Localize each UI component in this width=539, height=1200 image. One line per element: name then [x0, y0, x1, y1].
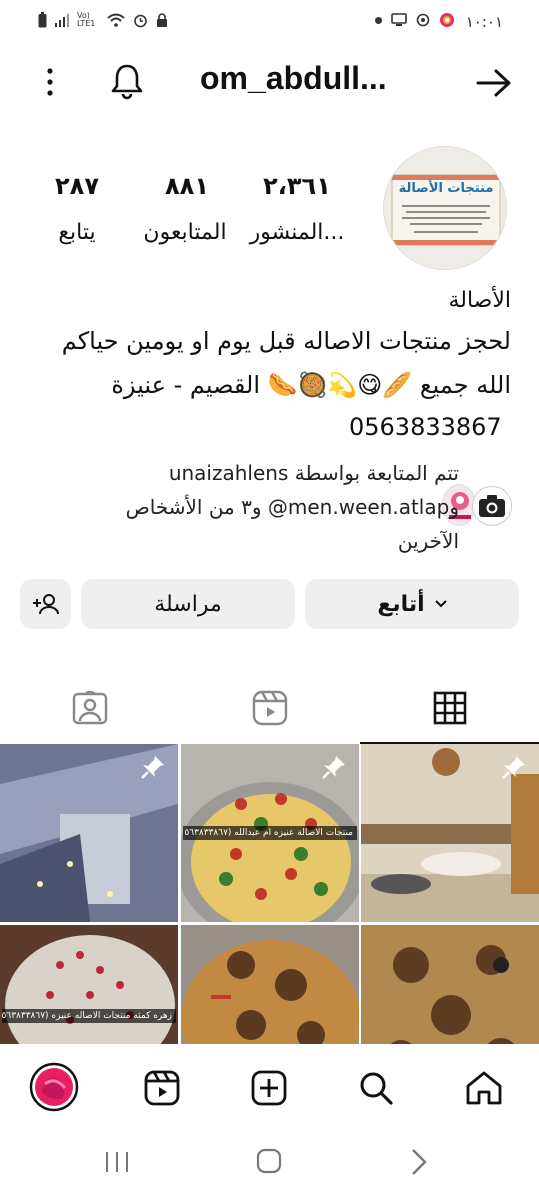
- status-icons-left: Vo) LTE1: [38, 12, 168, 28]
- post-image-meat-icon: [361, 925, 539, 1044]
- pin-icon: [502, 756, 525, 779]
- following-count[interactable]: ٢٨٧: [22, 172, 132, 200]
- home-icon: [466, 1071, 502, 1105]
- chevron-down-icon: [434, 600, 447, 608]
- follow-label: أتابع: [377, 591, 425, 617]
- arrow-right-icon[interactable]: [474, 66, 514, 100]
- posts-count[interactable]: ٢،٣٦١: [242, 172, 352, 200]
- grid-post-6[interactable]: [361, 925, 539, 1044]
- suggest-users-button[interactable]: [20, 579, 71, 629]
- add-post-icon: [251, 1070, 287, 1106]
- grid-post-4[interactable]: زهره كمثه منتجات الاصاله عنيزه (٠٥٦٣٨٣٣٨…: [0, 925, 178, 1044]
- avatar-text: منتجات الأصالة: [398, 181, 494, 196]
- username-title: om_abdull...: [200, 60, 387, 96]
- status-bar: Vo) LTE1 ١٠:٠١: [0, 0, 539, 46]
- system-navigation-bar: [0, 1128, 539, 1200]
- bell-icon[interactable]: [109, 62, 145, 100]
- followed-by-line-3: الآخرين: [397, 529, 459, 553]
- grid-icon: [433, 691, 467, 725]
- message-label: مراسلة: [154, 591, 222, 617]
- avatar-logo-icon: [384, 147, 506, 269]
- clock: ١٠:٠١: [465, 13, 503, 31]
- tab-tagged[interactable]: [0, 672, 180, 744]
- followed-by-line-2: وmen.ween.atlap@ و٣ من الأشخاص: [125, 495, 459, 519]
- grid-post-1[interactable]: [0, 744, 178, 922]
- post-image-kabsa-icon: [181, 925, 359, 1044]
- pin-icon: [141, 756, 164, 779]
- reels-icon: [252, 690, 288, 726]
- home-button-icon[interactable]: [256, 1148, 282, 1174]
- alarm-icon: [134, 14, 147, 27]
- bottom-navigation: [0, 1044, 539, 1128]
- signal-icon: [55, 14, 69, 27]
- back-button-icon[interactable]: [410, 1148, 428, 1176]
- grid-post-3[interactable]: [361, 744, 539, 922]
- profile-avatar[interactable]: منتجات الأصالة: [383, 146, 507, 270]
- post-caption-1: منتجات الاصالة عنيزه ام عبدالله (٠٥٦٣٨٣٣…: [183, 826, 357, 840]
- share-app-icon: [416, 13, 430, 27]
- tab-grid[interactable]: [360, 672, 539, 744]
- add-user-icon: [32, 594, 59, 615]
- mutual-avatar-2[interactable]: [472, 486, 512, 526]
- reels-icon: [144, 1070, 180, 1106]
- follow-button[interactable]: أتابع: [305, 579, 519, 629]
- camera-icon: [479, 495, 505, 517]
- network-label: Vo) LTE1: [77, 11, 96, 28]
- instagram-status-icon: [440, 13, 454, 27]
- pin-icon: [322, 756, 345, 779]
- profile-header: om_abdull...: [0, 52, 539, 112]
- followed-by-text[interactable]: تتم المتابعة بواسطة unaizahlens وmen.wee…: [19, 456, 459, 558]
- nav-search[interactable]: [351, 1066, 401, 1110]
- profile-tabs: [0, 672, 539, 744]
- notification-dot-icon: [375, 16, 382, 24]
- posts-grid: منتجات الاصالة عنيزه ام عبدالله (٠٥٦٣٨٣٣…: [0, 744, 539, 1044]
- bio-phone[interactable]: 0563833867: [349, 406, 519, 448]
- screen-icon: [391, 13, 407, 26]
- followed-by-line-1: تتم المتابعة بواسطة unaizahlens: [168, 461, 459, 485]
- nav-reels[interactable]: [137, 1066, 187, 1110]
- status-icons-right: [375, 12, 455, 28]
- wifi-icon: [107, 13, 125, 27]
- following-label[interactable]: يتابع: [12, 220, 142, 245]
- post-image-rice-icon: [0, 925, 178, 1044]
- battery-icon: [38, 12, 47, 28]
- recent-apps-icon[interactable]: [104, 1150, 130, 1174]
- posts-label[interactable]: المنشور...: [232, 220, 362, 245]
- grid-post-5[interactable]: [181, 925, 359, 1044]
- tab-reels[interactable]: [180, 672, 360, 744]
- nav-profile[interactable]: [29, 1062, 79, 1112]
- nav-home[interactable]: [459, 1066, 509, 1110]
- grid-post-2[interactable]: منتجات الاصالة عنيزه ام عبدالله (٠٥٦٣٨٣٣…: [181, 744, 359, 922]
- search-icon: [360, 1072, 393, 1105]
- lock-icon: [157, 12, 167, 27]
- post-caption-2: زهره كمثه منتجات الاصاله عنيزه (٠٥٦٣٨٣٣٨…: [2, 1009, 176, 1023]
- bio-line-1: لحجز منتجات الاصاله قبل يوم او يومين حيا…: [61, 327, 511, 355]
- profile-avatar-icon: [29, 1062, 79, 1112]
- profile-name: الأصالة: [448, 288, 511, 313]
- more-vertical-icon[interactable]: [44, 66, 56, 98]
- nav-create[interactable]: [244, 1066, 294, 1110]
- tagged-person-icon: [72, 691, 108, 725]
- followers-count[interactable]: ٨٨١: [132, 172, 242, 200]
- message-button[interactable]: مراسلة: [81, 579, 295, 629]
- bio-line-2: الله جميع 🥖😋💫🥘🌭 القصيم - عنيزة: [111, 371, 511, 399]
